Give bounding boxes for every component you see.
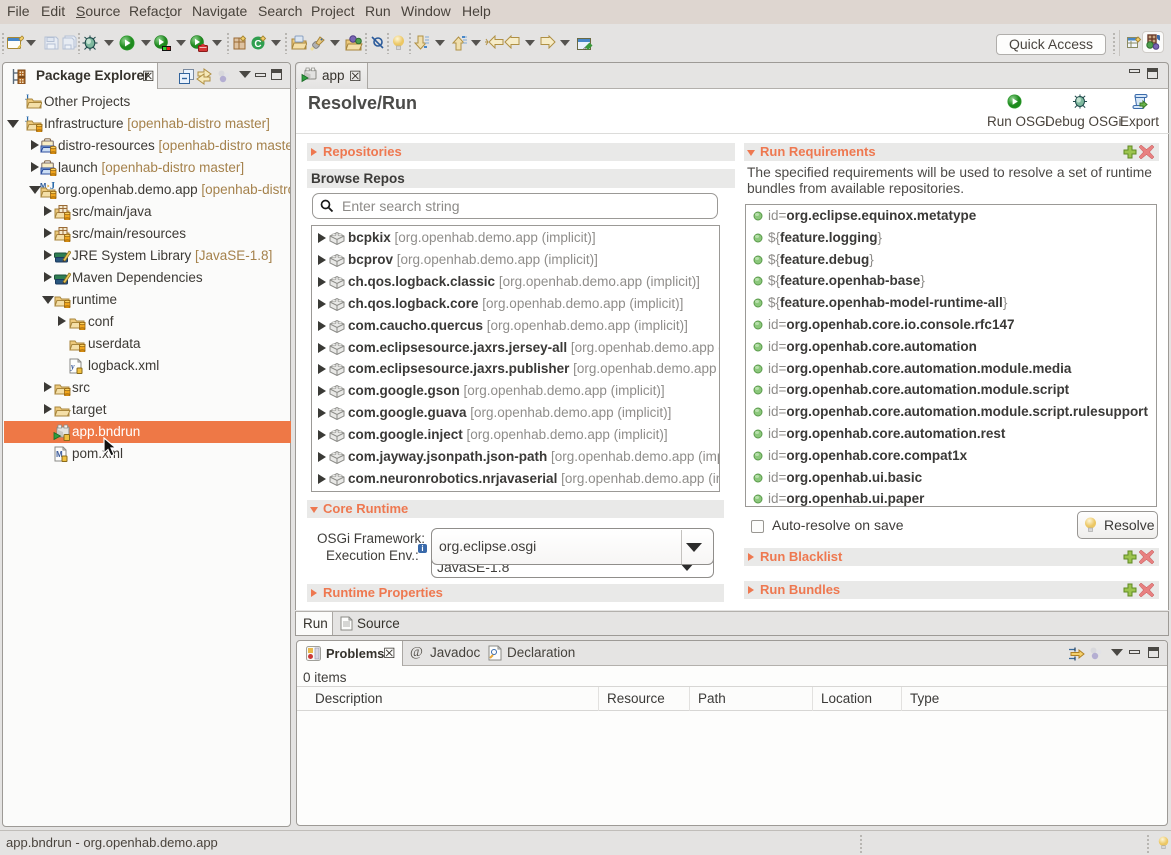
svg-text:C: C [254,39,261,50]
svg-text:y: y [70,362,75,371]
